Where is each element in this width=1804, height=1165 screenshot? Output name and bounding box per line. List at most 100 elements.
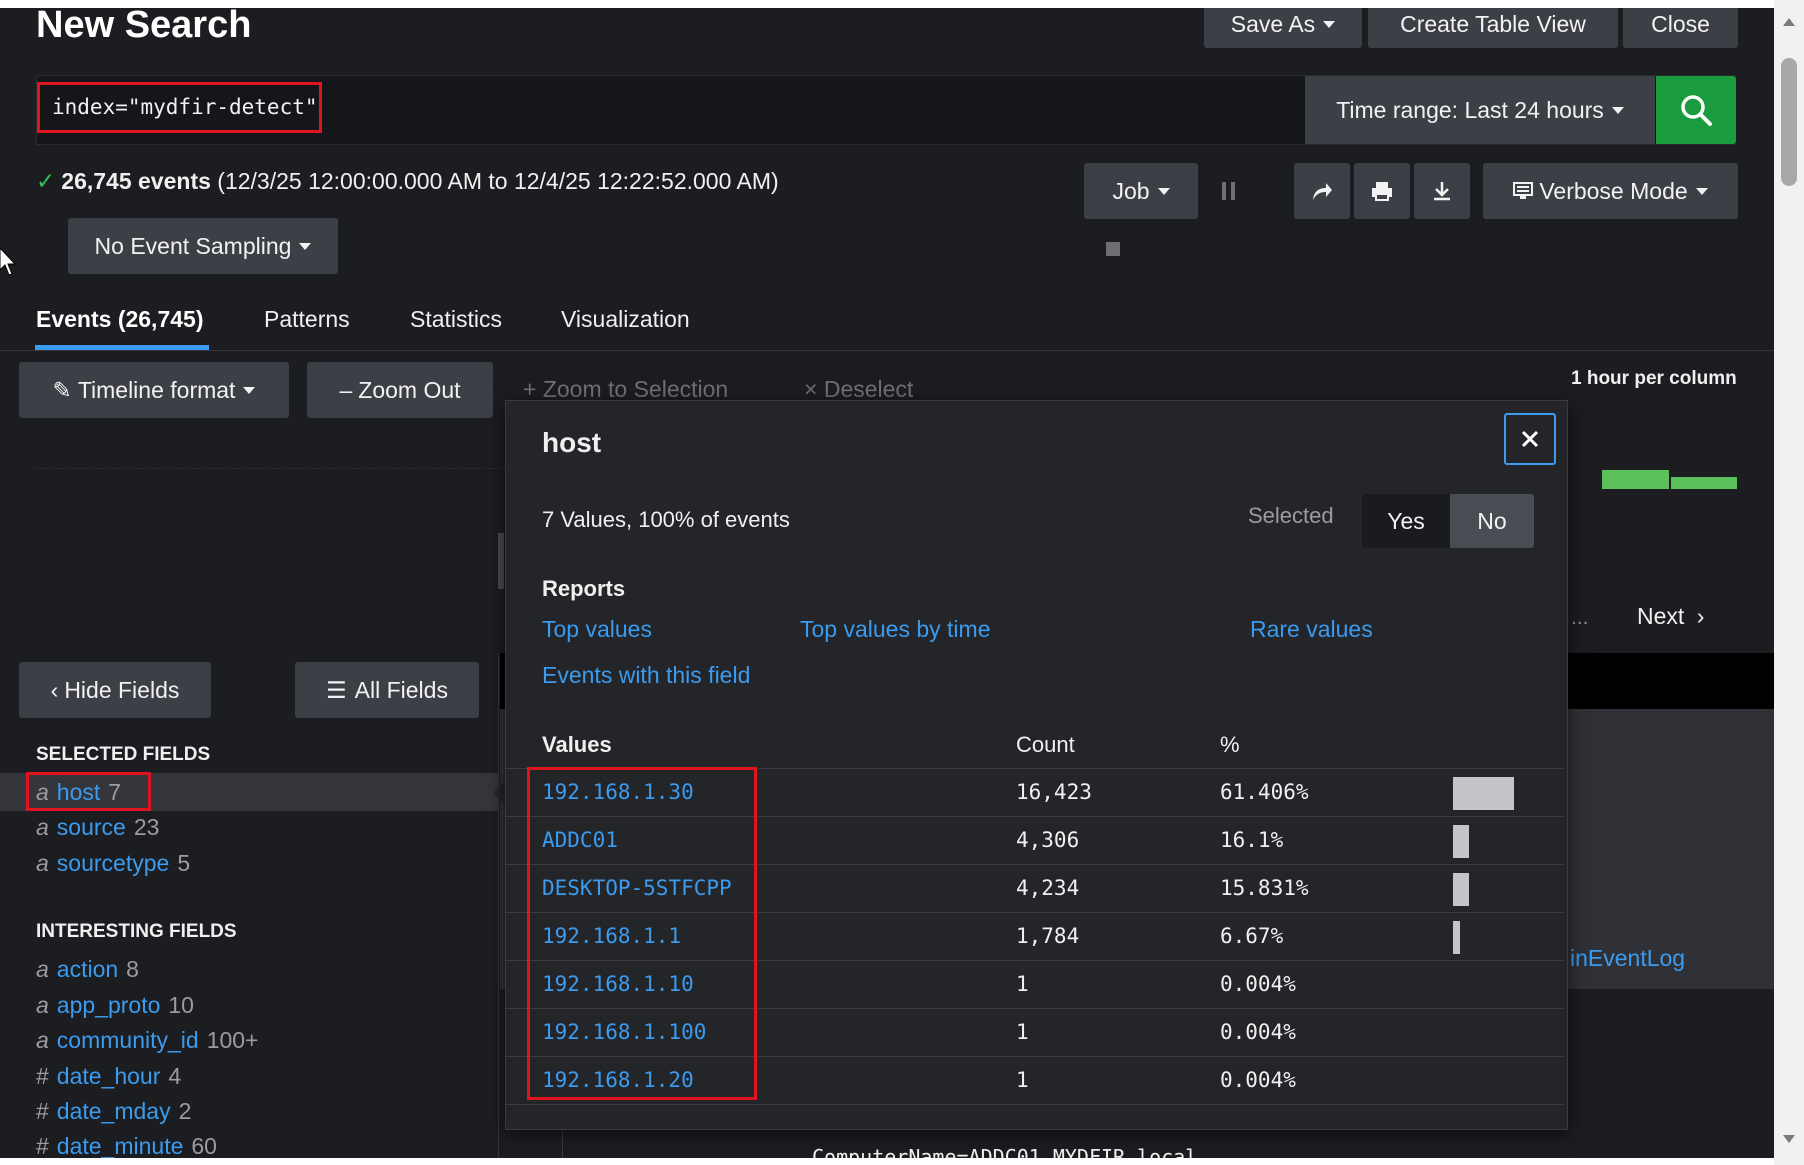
value-percent: 0.004% bbox=[1220, 1020, 1296, 1044]
pause-icon[interactable] bbox=[1222, 182, 1236, 200]
value-percent: 16.1% bbox=[1220, 828, 1284, 852]
scrollbar-thumb[interactable] bbox=[1781, 58, 1797, 186]
rare-values-link[interactable]: Rare values bbox=[1250, 616, 1373, 643]
scroll-up-icon[interactable] bbox=[1783, 18, 1795, 26]
search-button[interactable] bbox=[1656, 76, 1736, 144]
top-values-by-time-link[interactable]: Top values by time bbox=[800, 616, 990, 643]
field-count: 100+ bbox=[206, 1027, 259, 1053]
page-scrollbar[interactable] bbox=[1774, 0, 1804, 1165]
print-icon bbox=[1372, 182, 1392, 201]
field-count: 23 bbox=[133, 814, 160, 840]
field-count: 5 bbox=[177, 850, 191, 876]
popup-close-button[interactable] bbox=[1504, 413, 1556, 465]
field-type-icon: # bbox=[36, 1098, 49, 1124]
all-fields-label: All Fields bbox=[354, 676, 448, 703]
sidebar-handle bbox=[498, 533, 504, 589]
field-name: date_mday bbox=[56, 1098, 171, 1124]
selected-yes-button[interactable]: Yes bbox=[1362, 494, 1450, 548]
field-name: source bbox=[56, 814, 126, 840]
values-column-header: Values bbox=[542, 732, 612, 757]
field-type-icon: a bbox=[36, 814, 49, 840]
job-menu-button[interactable]: Job bbox=[1084, 163, 1198, 219]
tab-events[interactable]: Events (26,745) bbox=[36, 306, 203, 333]
pencil-icon: ✎ bbox=[52, 376, 72, 403]
event-sampling-button[interactable]: No Event Sampling bbox=[68, 218, 338, 274]
list-icon: ☰ bbox=[326, 676, 347, 703]
zoom-out-label: Zoom Out bbox=[358, 376, 461, 403]
download-icon bbox=[1434, 182, 1450, 201]
events-with-field-link[interactable]: Events with this field bbox=[542, 662, 750, 689]
timeline-bar[interactable] bbox=[1602, 470, 1669, 489]
close-button[interactable]: Close bbox=[1623, 8, 1738, 48]
value-percent: 61.406% bbox=[1220, 780, 1309, 804]
search-icon bbox=[1681, 95, 1712, 126]
count-column-header: Count bbox=[1016, 732, 1075, 757]
app-window: New Search Save As Create Table View Clo… bbox=[0, 0, 1774, 1158]
popup-title: host bbox=[542, 427, 602, 458]
value-percent-bar bbox=[1453, 873, 1469, 906]
chevron-left-icon: ‹ bbox=[50, 676, 59, 703]
events-column-divider bbox=[562, 1130, 563, 1158]
all-fields-button[interactable]: ☰ All Fields bbox=[295, 662, 479, 718]
deselect-label: Deselect bbox=[823, 376, 914, 402]
timeline-scale-label: 1 hour per column bbox=[1571, 368, 1737, 389]
field-count: 60 bbox=[191, 1133, 217, 1158]
field-date-mday[interactable]: # date_mday 2 bbox=[36, 1098, 191, 1125]
pagination-ellipsis: ... bbox=[1571, 606, 1589, 629]
value-count: 4,234 bbox=[1016, 876, 1080, 900]
zoom-to-selection-label: Zoom to Selection bbox=[542, 376, 729, 402]
value-percent: 15.831% bbox=[1220, 876, 1309, 900]
field-summary-popup: host 7 Values, 100% of events Selected Y… bbox=[505, 400, 1568, 1130]
value-count: 1,784 bbox=[1016, 924, 1080, 948]
value-percent: 6.67% bbox=[1220, 924, 1284, 948]
share-icon bbox=[1313, 183, 1332, 200]
field-action[interactable]: a action 8 bbox=[36, 956, 139, 983]
field-name: date_hour bbox=[56, 1063, 161, 1089]
timeline-format-label: Timeline format bbox=[77, 376, 236, 403]
timeline-bar[interactable] bbox=[1671, 477, 1737, 489]
share-button[interactable] bbox=[1294, 163, 1350, 219]
field-app-proto[interactable]: a app_proto 10 bbox=[36, 992, 194, 1019]
create-table-view-button[interactable]: Create Table View bbox=[1368, 8, 1618, 48]
selected-toggle-label: Selected bbox=[1248, 503, 1334, 528]
value-count: 16,423 bbox=[1016, 780, 1092, 804]
top-values-link[interactable]: Top values bbox=[542, 616, 652, 643]
event-source-link[interactable]: inEventLog bbox=[1570, 945, 1685, 972]
event-time-range: (12/3/25 12:00:00.000 AM to 12/4/25 12:2… bbox=[217, 168, 779, 194]
mouse-cursor-icon bbox=[0, 248, 16, 276]
hide-fields-button[interactable]: ‹ Hide Fields bbox=[19, 662, 211, 718]
field-type-icon: a bbox=[36, 956, 49, 982]
field-date-hour[interactable]: # date_hour 4 bbox=[36, 1063, 181, 1090]
save-as-button[interactable]: Save As bbox=[1204, 8, 1362, 48]
deselect-button[interactable]: × Deselect bbox=[804, 376, 913, 403]
scroll-down-icon[interactable] bbox=[1783, 1135, 1795, 1143]
mode-icon bbox=[1513, 182, 1534, 199]
save-as-label: Save As bbox=[1230, 10, 1316, 37]
zoom-to-selection-button[interactable]: + Zoom to Selection bbox=[523, 376, 728, 403]
tabs-divider bbox=[0, 350, 1774, 351]
chevron-right-icon: › bbox=[1696, 603, 1705, 629]
tab-visualization[interactable]: Visualization bbox=[561, 306, 690, 333]
percent-column-header: % bbox=[1220, 732, 1240, 757]
export-button[interactable] bbox=[1414, 163, 1470, 219]
values-highlight-box bbox=[527, 767, 757, 1100]
field-name: app_proto bbox=[56, 992, 161, 1018]
field-count: 4 bbox=[168, 1063, 182, 1089]
tab-statistics[interactable]: Statistics bbox=[410, 306, 502, 333]
field-community-id[interactable]: a community_id 100+ bbox=[36, 1027, 259, 1054]
zoom-out-button[interactable]: – Zoom Out bbox=[307, 362, 493, 418]
field-sourcetype[interactable]: a sourcetype 5 bbox=[36, 850, 190, 877]
value-percent-bar bbox=[1453, 825, 1469, 858]
field-source[interactable]: a source 23 bbox=[36, 814, 159, 841]
time-range-picker[interactable]: Time range: Last 24 hours bbox=[1305, 76, 1655, 144]
field-type-icon: # bbox=[36, 1063, 49, 1089]
print-button[interactable] bbox=[1354, 163, 1410, 219]
timeline-format-button[interactable]: ✎ Timeline format bbox=[19, 362, 289, 418]
stop-icon[interactable] bbox=[1106, 242, 1120, 256]
next-page-button[interactable]: Next › bbox=[1637, 603, 1704, 630]
selected-no-button[interactable]: No bbox=[1450, 494, 1534, 548]
popup-pointer bbox=[493, 781, 505, 805]
verbose-mode-button[interactable]: Verbose Mode bbox=[1483, 163, 1738, 219]
tab-patterns[interactable]: Patterns bbox=[264, 306, 350, 333]
field-date-minute[interactable]: # date_minute 60 bbox=[36, 1133, 217, 1158]
